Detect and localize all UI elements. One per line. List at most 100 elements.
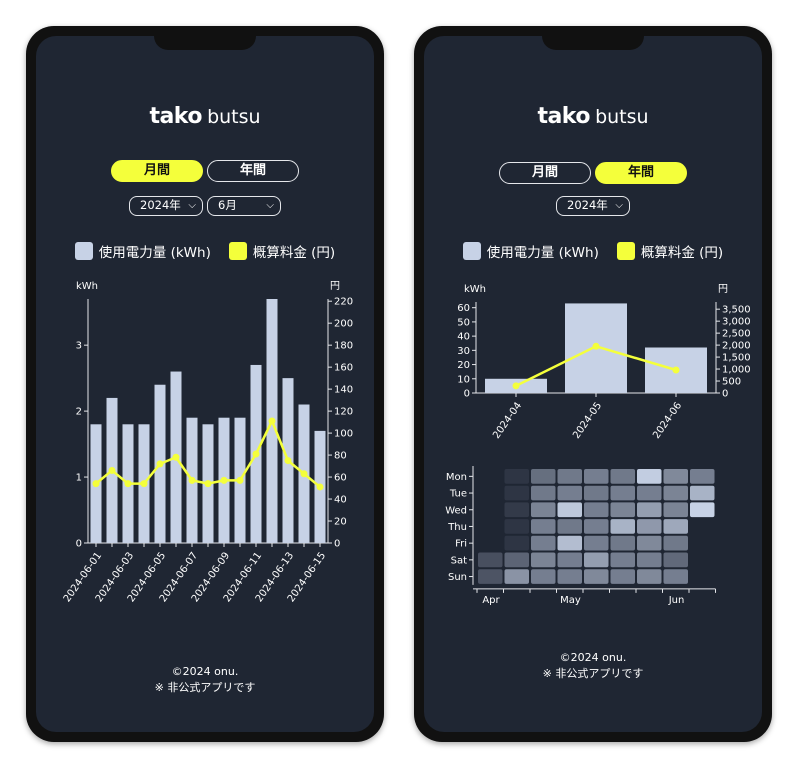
y-tick-label: 50 bbox=[457, 317, 470, 328]
point-cost bbox=[592, 342, 600, 350]
heatmap-cell bbox=[557, 535, 582, 551]
y2-tick-label: 220 bbox=[334, 297, 353, 308]
heatmap-cell bbox=[610, 485, 635, 501]
point-cost bbox=[220, 476, 228, 484]
heatmap-cell bbox=[663, 552, 688, 568]
copyright-text: ©2024 onu. bbox=[171, 665, 239, 678]
heatmap-cell bbox=[584, 519, 609, 534]
footer: ©2024 onu. ※ 非公式アプリです bbox=[36, 664, 374, 696]
heatmap-cell bbox=[504, 552, 529, 568]
heatmap-cell bbox=[531, 469, 556, 484]
heatmap-cell bbox=[557, 469, 582, 484]
y-tick-label: 30 bbox=[457, 346, 470, 357]
heatmap-cell bbox=[557, 569, 582, 584]
y2-axis-title: 円 bbox=[718, 284, 728, 295]
heatmap-cell bbox=[504, 502, 529, 518]
point-cost bbox=[316, 483, 324, 491]
heatmap-cell bbox=[663, 502, 688, 518]
heatmap-cell bbox=[637, 469, 662, 484]
heatmap-row-label: Tue bbox=[449, 489, 467, 500]
y2-tick-label: 2,000 bbox=[722, 341, 751, 352]
point-cost bbox=[156, 460, 164, 468]
y-axis-title: kWh bbox=[76, 281, 98, 292]
heatmap-row-label: Fri bbox=[455, 539, 467, 550]
y2-tick-label: 3,500 bbox=[722, 305, 751, 316]
copyright-text: ©2024 onu. bbox=[559, 651, 627, 664]
point-cost bbox=[188, 476, 196, 484]
x-tick-label: 2024-04 bbox=[491, 400, 524, 441]
screen-monthly: tako butsu 月間 年間 2024年 ⌵ 6月 ⌵ 使用電力量 (kWh… bbox=[36, 36, 374, 732]
footer: ©2024 onu. ※ 非公式アプリです bbox=[424, 650, 762, 682]
heatmap-cell bbox=[584, 569, 609, 584]
point-cost bbox=[284, 457, 292, 465]
heatmap-cell bbox=[663, 469, 688, 484]
heatmap-row-label: Sun bbox=[448, 572, 467, 583]
y-tick-label: 40 bbox=[457, 332, 470, 343]
unofficial-note: ※ 非公式アプリです bbox=[154, 681, 256, 694]
heatmap-cell bbox=[531, 502, 556, 518]
y-tick-label: 10 bbox=[457, 374, 470, 385]
heatmap-cell bbox=[637, 519, 662, 534]
y-tick-label: 2 bbox=[76, 407, 82, 418]
point-cost bbox=[300, 470, 308, 478]
heatmap-cell bbox=[584, 469, 609, 484]
y2-axis-title: 円 bbox=[330, 281, 340, 292]
heatmap-cell bbox=[584, 535, 609, 551]
y2-tick-label: 20 bbox=[334, 517, 347, 528]
y-tick-label: 3 bbox=[76, 341, 82, 352]
y2-tick-label: 3,000 bbox=[722, 317, 751, 328]
heatmap-month-label: May bbox=[560, 595, 581, 606]
y2-tick-label: 1,000 bbox=[722, 365, 751, 376]
yearly-usage-chart: kWh 円010203040506005001,0001,5002,0002,50… bbox=[445, 284, 751, 606]
heatmap-cell bbox=[690, 502, 715, 518]
heatmap-cell bbox=[478, 552, 503, 568]
heatmap-cell bbox=[637, 569, 662, 584]
y-tick-label: 60 bbox=[457, 303, 470, 314]
heatmap-cell bbox=[557, 485, 582, 501]
y2-tick-label: 160 bbox=[334, 363, 353, 374]
heatmap-row-label: Thu bbox=[447, 522, 467, 533]
point-cost bbox=[172, 453, 180, 461]
heatmap-cell bbox=[504, 469, 529, 484]
heatmap-cell bbox=[584, 502, 609, 518]
heatmap-cell bbox=[610, 535, 635, 551]
heatmap-row-label: Mon bbox=[446, 472, 467, 483]
y2-tick-label: 0 bbox=[334, 539, 340, 550]
heatmap-cell bbox=[663, 535, 688, 551]
heatmap-cell bbox=[637, 535, 662, 551]
heatmap-cell bbox=[531, 485, 556, 501]
heatmap-cell bbox=[531, 569, 556, 584]
y-tick-label: 1 bbox=[76, 473, 82, 484]
heatmap-cell bbox=[610, 569, 635, 584]
heatmap-cell bbox=[637, 502, 662, 518]
point-cost bbox=[140, 480, 148, 488]
point-cost bbox=[512, 382, 520, 390]
heatmap-row-label: Sat bbox=[451, 555, 467, 566]
screen-yearly: tako butsu 月間 年間 2024年 ⌵ 使用電力量 (kWh) 概算料… bbox=[424, 36, 762, 732]
heatmap-cell bbox=[663, 519, 688, 534]
heatmap-cell bbox=[663, 485, 688, 501]
heatmap-cell bbox=[584, 485, 609, 501]
heatmap-cell bbox=[637, 485, 662, 501]
notch bbox=[154, 36, 256, 50]
phone-right: tako butsu 月間 年間 2024年 ⌵ 使用電力量 (kWh) 概算料… bbox=[414, 26, 772, 742]
heatmap-cell bbox=[584, 552, 609, 568]
heatmap-cell bbox=[557, 502, 582, 518]
heatmap-cell bbox=[610, 552, 635, 568]
unofficial-note: ※ 非公式アプリです bbox=[542, 667, 644, 680]
point-cost bbox=[236, 476, 244, 484]
y-tick-label: 0 bbox=[464, 389, 470, 400]
y2-tick-label: 140 bbox=[334, 385, 353, 396]
heatmap-cell bbox=[557, 552, 582, 568]
y2-tick-label: 100 bbox=[334, 429, 353, 440]
heatmap-cell bbox=[610, 519, 635, 534]
y2-tick-label: 60 bbox=[334, 473, 347, 484]
point-cost bbox=[92, 480, 100, 488]
x-tick-label: 2024-06 bbox=[651, 400, 684, 441]
heatmap-cell bbox=[531, 552, 556, 568]
heatmap-month-label: Apr bbox=[482, 595, 500, 606]
heatmap-month-label: Jun bbox=[668, 595, 685, 606]
heatmap-cell bbox=[478, 569, 503, 584]
heatmap-cell bbox=[690, 469, 715, 484]
heatmap-cell bbox=[531, 519, 556, 534]
